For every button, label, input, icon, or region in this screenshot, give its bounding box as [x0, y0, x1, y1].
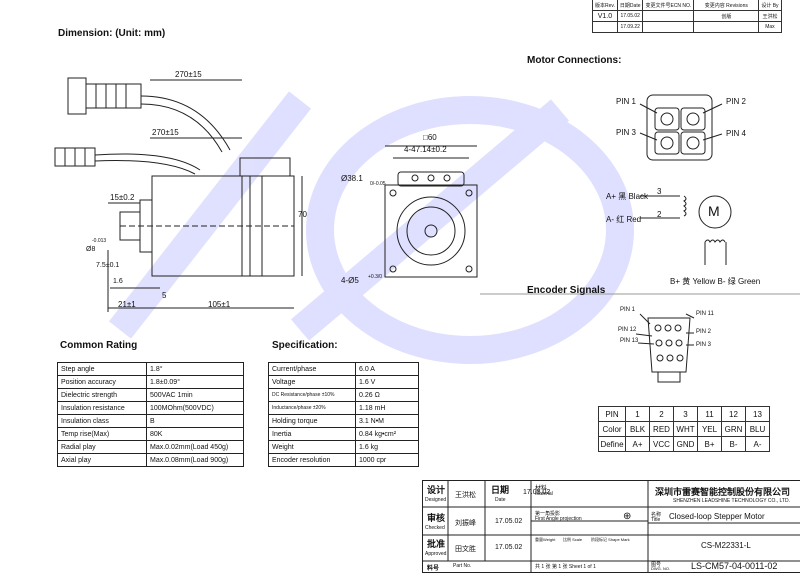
b-phase-label: B+ 黄 Yellow B- 绿 Green: [670, 277, 761, 286]
encoder-signals-heading: Encoder Signals: [527, 285, 606, 296]
specification-table: Current/phase 6.0 A Voltage 1.6 V DC Resis…: [268, 362, 419, 467]
date-cn: 日期: [491, 485, 510, 495]
scale-label: 比例 Scale: [563, 537, 583, 542]
date-en: Date: [495, 497, 506, 503]
dim-shaft-dia: Ø8: [86, 246, 96, 253]
sheet-info: 共 1 张 第 1 张 Sheet 1 of 1: [535, 564, 596, 570]
dim-shaft-length: 15±0.2: [110, 193, 135, 202]
spec-row: Weight 1.6 kg: [268, 440, 419, 454]
approver-name: 田文胜: [455, 546, 476, 553]
dim-pilot: Ø38.1: [341, 174, 363, 183]
dim-flange: 7.5±0.1: [96, 262, 120, 269]
enc-pin12-label: PIN 12: [618, 327, 637, 333]
dim-21: 21±1: [118, 300, 136, 309]
dim-holes: 4-Ø5: [341, 276, 359, 285]
dim-hole-spacing: 4-47.14±0.2: [404, 145, 447, 154]
common-rating-table: Step angle 1.8° Position accuracy 1.8±0.09…: [57, 362, 244, 467]
wire-3-label: 3: [657, 187, 662, 196]
enc-pin11-label: PIN 11: [696, 311, 714, 317]
drawing-number: LS-CM57-04-0011-02: [691, 561, 778, 571]
enc-pin1-label: PIN 1: [620, 307, 636, 313]
company-en: SHENZHEN LEADSHINE TECHNOLOGY CO., LTD.: [673, 498, 790, 504]
dim-cable1: 270±15: [175, 70, 202, 79]
rating-row: Insulation class B: [57, 414, 244, 428]
dim-1-6: 1.6: [113, 278, 123, 285]
a-minus-label: A- 红 Red: [606, 215, 642, 224]
dim-shaft-tol: -0.013: [92, 238, 107, 244]
model-number: CS-M22331-L: [701, 541, 751, 550]
partno-en: Part No.: [453, 563, 472, 569]
rating-row: Insulation resistance 100MOhm(500VDC): [57, 401, 244, 415]
motor-pin2-label: PIN 2: [726, 97, 747, 106]
rating-row: Position accuracy 1.8±0.09°: [57, 375, 244, 389]
spec-row: Inertia 0.84 kg•cm²: [268, 427, 419, 441]
spec-row: Encoder resolution 1000 cpr: [268, 453, 419, 467]
shape-mark-label: 阶段标记 Shape Mark: [591, 537, 630, 542]
pin-table-row-define: Define A+ VCC GND B+ B- A-: [598, 436, 770, 452]
revision-table: 版本Rev. 日期Date 变更文件号ECN NO. 变更内容 Revisions 设计…: [592, 0, 782, 33]
rating-row: Radial play Max.0.02mm(Load 450g): [57, 440, 244, 454]
a-plus-label: A+ 黑 Black: [606, 192, 649, 201]
drawing-title: Closed-loop Stepper Motor: [669, 512, 765, 521]
rating-row: Dielectric strength 500VAC 1min: [57, 388, 244, 402]
revision-row: 17.09.22 Max: [592, 21, 782, 33]
checker-name: 刘振峰: [455, 520, 476, 527]
rating-row: Axial play Max.0.08mm(Load 900g): [57, 453, 244, 467]
dim-body-height: 70: [298, 210, 307, 219]
spec-row: DC Resistance/phase ±10% 0.26 Ω: [268, 388, 419, 402]
approved-en: Approved: [425, 551, 447, 557]
company-cn: 深圳市雷赛智能控制股份有限公司: [655, 487, 791, 497]
spec-row: Holding torque 3.1 N•M: [268, 414, 419, 428]
wire-2-label: 2: [657, 210, 662, 219]
dim-cable2: 270±15: [152, 128, 179, 137]
revision-row: V1.0 17.05.02 创版 王洪松: [592, 10, 782, 22]
pin-table-row-color: Color BLK RED WHT YEL GRN BLU: [598, 421, 770, 437]
motor-pin1-label: PIN 1: [616, 97, 637, 106]
motor-pin3-label: PIN 3: [616, 128, 637, 137]
projection-en: First Angle projection: [535, 516, 582, 522]
weight-label: 重量Weight: [535, 537, 556, 542]
common-rating-heading: Common Rating: [60, 340, 138, 351]
dwg-en: DWG. NO.: [651, 566, 671, 571]
motor-connections-heading: Motor Connections:: [527, 55, 622, 66]
title-en: Title: [651, 517, 661, 523]
enc-pin2-label: PIN 2: [696, 329, 712, 335]
dim-holes-tol: +0.3/0: [368, 274, 383, 280]
pin-table-row-pin: PIN 1 2 3 11 12 13: [598, 406, 770, 422]
dim-pilot-tol: 0/-0.05: [370, 181, 386, 187]
enc-pin3-label: PIN 3: [696, 342, 712, 348]
specification-heading: Specification:: [272, 340, 338, 351]
first-angle-projection-icon: ⊕: [623, 511, 632, 522]
dim-5: 5: [162, 291, 167, 300]
dim-square: □60: [423, 133, 437, 142]
encoder-pin-table: PIN 1 2 3 11 12 13 Color BLK RED WHT YEL GRN BLU Def…: [598, 406, 770, 452]
motor-symbol-m: M: [708, 203, 720, 219]
material-en: Material: [535, 491, 553, 497]
dimension-heading: Dimension: (Unit: mm): [58, 28, 166, 39]
checked-en: Checked: [425, 525, 445, 531]
check-date: 17.05.02: [495, 518, 523, 525]
checked-cn: 审核: [427, 513, 446, 523]
spec-row: Voltage 1.6 V: [268, 375, 419, 389]
designed-cn: 设计: [427, 485, 446, 495]
rating-row: Temp rise(Max) 80K: [57, 427, 244, 441]
motor-pin4-label: PIN 4: [726, 129, 747, 138]
approve-date: 17.05.02: [495, 544, 523, 551]
spec-row: Inductance/phase ±20% 1.18 mH: [268, 401, 419, 415]
designer-name: 王洪松: [455, 492, 476, 499]
enc-pin13-label: PIN 13: [620, 338, 639, 344]
rating-row: Step angle 1.8°: [57, 362, 244, 376]
dim-body-length: 105±1: [208, 300, 231, 309]
revision-header-row: 版本Rev. 日期Date 变更文件号ECN NO. 变更内容 Revisions 设计…: [592, 0, 782, 11]
title-block: 设计 Designed 王洪松 日期 Date 17.05.02 材料 Mate…: [422, 480, 800, 573]
designed-en: Designed: [425, 497, 447, 503]
spec-row: Current/phase 6.0 A: [268, 362, 419, 376]
approved-cn: 批准: [427, 539, 446, 549]
